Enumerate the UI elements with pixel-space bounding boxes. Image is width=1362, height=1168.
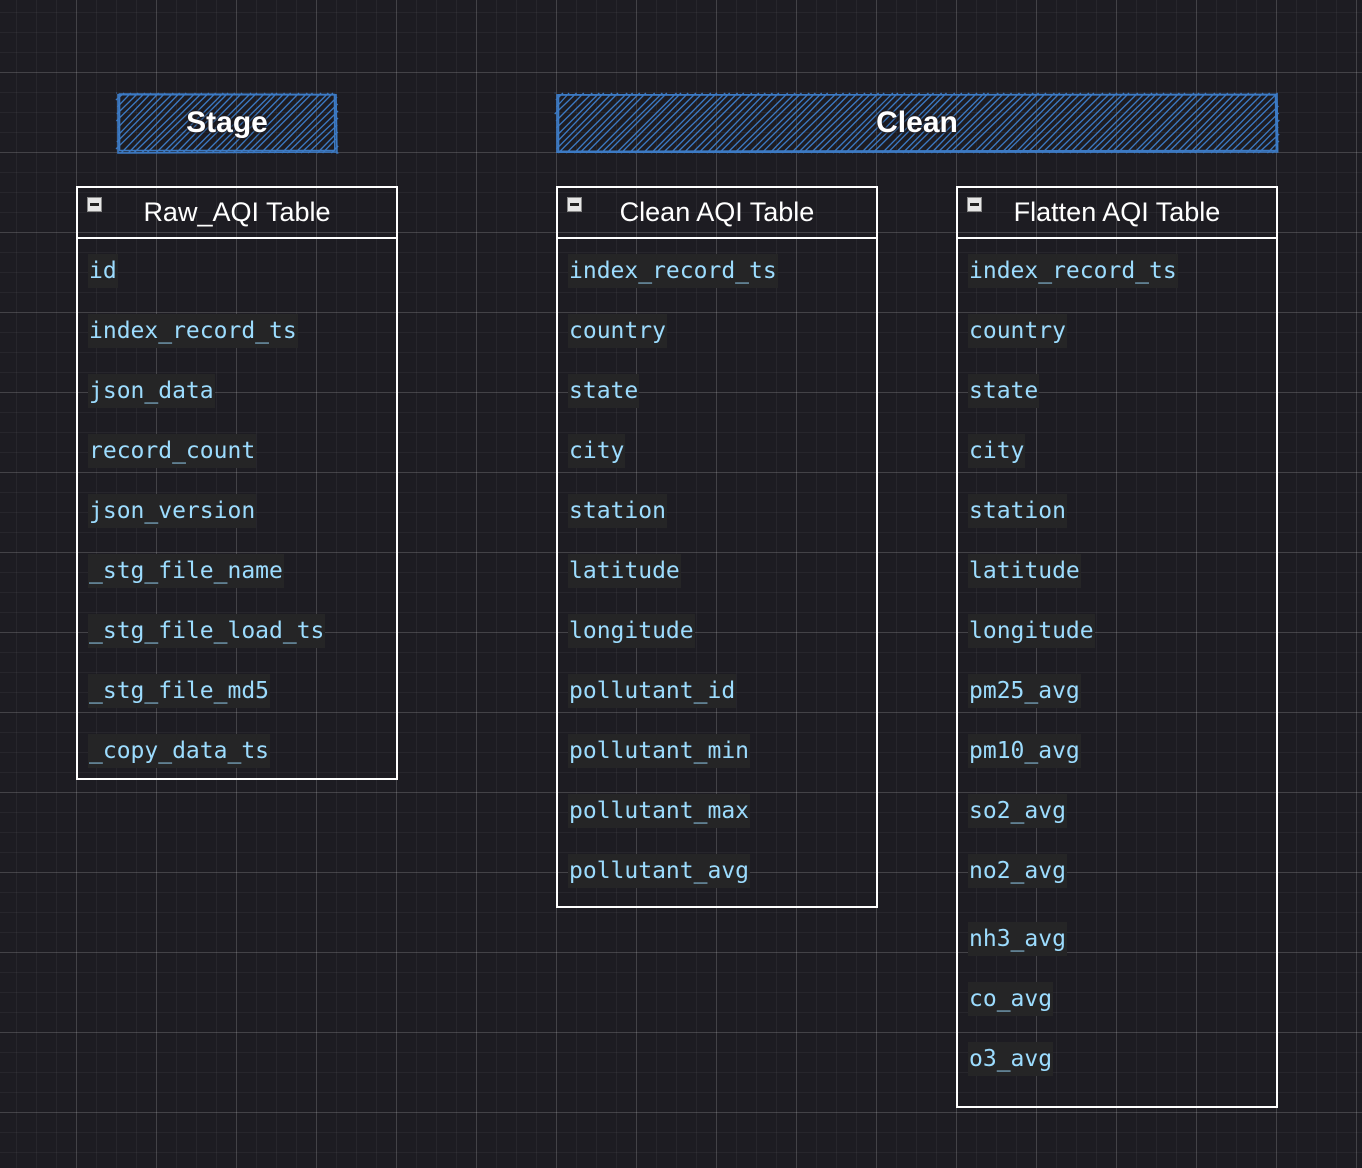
clean-aqi-table-title: Clean AQI Table: [619, 197, 815, 227]
raw-aqi-table-header[interactable]: Raw_AQI Table: [78, 188, 396, 239]
field-longitude[interactable]: longitude: [568, 614, 695, 648]
stage-group-title: Stage: [186, 106, 268, 139]
field-state[interactable]: state: [968, 374, 1040, 408]
field-pollutant-min[interactable]: pollutant_min: [568, 734, 751, 768]
field-pm10-avg[interactable]: pm10_avg: [968, 734, 1081, 768]
clean-aqi-table[interactable]: Clean AQI Table index_record_ts country …: [556, 186, 878, 908]
stage-group-label[interactable]: Stage: [115, 92, 339, 154]
field-station[interactable]: station: [968, 494, 1067, 528]
field-co-avg[interactable]: co_avg: [968, 982, 1054, 1016]
field-json-data[interactable]: json_data: [88, 374, 215, 408]
field-latitude[interactable]: latitude: [568, 554, 681, 588]
field-stg-file-name[interactable]: _stg_file_name: [88, 554, 284, 588]
flatten-aqi-table-header[interactable]: Flatten AQI Table: [958, 188, 1276, 239]
field-nh3-avg[interactable]: nh3_avg: [968, 922, 1067, 956]
field-station[interactable]: station: [568, 494, 667, 528]
field-city[interactable]: city: [968, 434, 1026, 468]
field-index-record-ts[interactable]: index_record_ts: [88, 314, 298, 348]
field-record-count[interactable]: record_count: [88, 434, 257, 468]
field-json-version[interactable]: json_version: [88, 494, 257, 528]
field-pm25-avg[interactable]: pm25_avg: [968, 674, 1081, 708]
field-latitude[interactable]: latitude: [968, 554, 1081, 588]
field-state[interactable]: state: [568, 374, 640, 408]
clean-group-label[interactable]: Clean: [554, 92, 1280, 154]
field-city[interactable]: city: [568, 434, 626, 468]
raw-aqi-table-title: Raw_AQI Table: [143, 197, 331, 227]
field-id[interactable]: id: [88, 254, 118, 288]
field-pollutant-max[interactable]: pollutant_max: [568, 794, 751, 828]
flatten-aqi-table[interactable]: Flatten AQI Table index_record_ts countr…: [956, 186, 1278, 1108]
field-copy-data-ts[interactable]: _copy_data_ts: [88, 734, 271, 768]
field-so2-avg[interactable]: so2_avg: [968, 794, 1067, 828]
flatten-aqi-table-title: Flatten AQI Table: [1013, 197, 1221, 227]
field-longitude[interactable]: longitude: [968, 614, 1095, 648]
field-pollutant-avg[interactable]: pollutant_avg: [568, 854, 751, 888]
raw-aqi-table[interactable]: Raw_AQI Table id index_record_ts json_da…: [76, 186, 398, 780]
field-stg-file-md5[interactable]: _stg_file_md5: [88, 674, 271, 708]
field-o3-avg[interactable]: o3_avg: [968, 1042, 1054, 1076]
clean-group-title: Clean: [876, 106, 958, 139]
field-pollutant-id[interactable]: pollutant_id: [568, 674, 737, 708]
field-country[interactable]: country: [968, 314, 1067, 348]
field-stg-file-load-ts[interactable]: _stg_file_load_ts: [88, 614, 326, 648]
field-index-record-ts[interactable]: index_record_ts: [568, 254, 778, 288]
field-country[interactable]: country: [568, 314, 667, 348]
clean-aqi-table-header[interactable]: Clean AQI Table: [558, 188, 876, 239]
field-index-record-ts[interactable]: index_record_ts: [968, 254, 1178, 288]
field-no2-avg[interactable]: no2_avg: [968, 854, 1067, 888]
